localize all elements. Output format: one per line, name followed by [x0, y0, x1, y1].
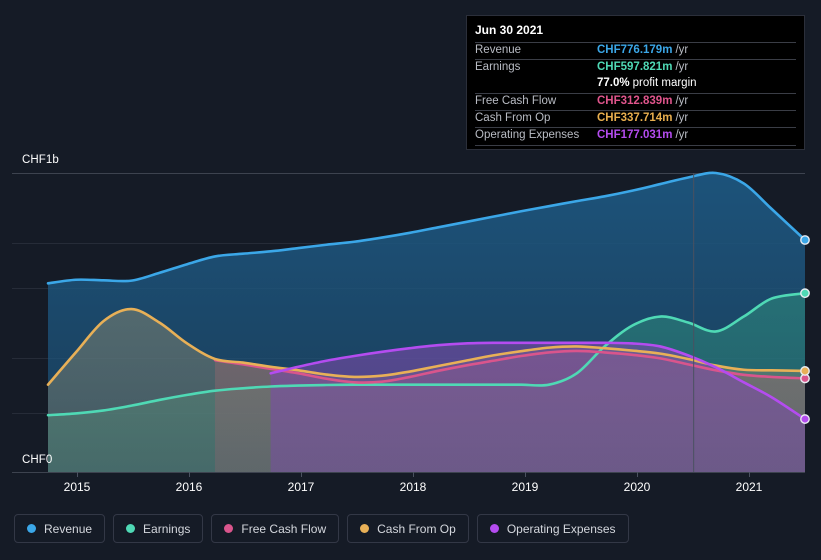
- legend-item-revenue[interactable]: Revenue: [14, 514, 106, 543]
- tooltip-row-value: CHF177.031m: [597, 129, 673, 141]
- tooltip-row-value: CHF597.821m: [597, 61, 673, 73]
- tooltip-row-unit: /yr: [675, 112, 689, 124]
- tooltip-row-label: Free Cash Flow: [475, 95, 557, 107]
- tooltip-row-label: Cash From Op: [475, 112, 551, 124]
- legend-item-label: Earnings: [143, 521, 191, 536]
- legend-color-dot-icon: [27, 524, 36, 533]
- x-tick-label-2018: 2018: [399, 480, 427, 494]
- x-tick-label-2017: 2017: [287, 480, 315, 494]
- legend-color-dot-icon: [360, 524, 370, 533]
- chart-tooltip: Jun 30 2021 Revenue CHF776.179m/yr Earning…: [466, 15, 805, 150]
- legend-item-cash-from-op[interactable]: Cash From Op: [347, 514, 469, 543]
- tooltip-rows: Revenue CHF776.179m/yr Earnings CHF597.821m…: [475, 42, 796, 144]
- tooltip-row-value: 77.0%: [597, 77, 630, 89]
- x-tick-label-2015: 2015: [63, 480, 91, 494]
- legend-item-free-cash-flow[interactable]: Free Cash Flow: [211, 514, 340, 543]
- tooltip-row-value: CHF337.714m: [597, 112, 673, 124]
- tooltip-row-unit: /yr: [675, 129, 689, 141]
- endpoint-marker-revenue[interactable]: [800, 235, 810, 245]
- x-tick-label-2021: 2021: [735, 480, 763, 494]
- tooltip-row-unit: profit margin: [632, 77, 697, 89]
- legend-item-label: Revenue: [44, 521, 93, 536]
- tooltip-row: 77.0% profit margin: [475, 76, 796, 93]
- x-tick-label-2016: 2016: [175, 480, 203, 494]
- tooltip-row-unit: /yr: [675, 95, 689, 107]
- endpoint-marker-cash-from-op[interactable]: [800, 366, 810, 376]
- legend-color-dot-icon: [126, 524, 136, 533]
- tooltip-bottom-divider: [475, 145, 796, 146]
- legend-item-label: Free Cash Flow: [241, 521, 327, 536]
- tooltip-row-unit: /yr: [675, 44, 689, 56]
- tooltip-row: Free Cash Flow CHF312.839m/yr: [475, 93, 796, 110]
- y-axis-top-label: CHF1b: [22, 154, 59, 166]
- tooltip-row-value: CHF312.839m: [597, 95, 673, 107]
- legend-item-earnings[interactable]: Earnings: [113, 514, 204, 543]
- legend-color-dot-icon: [224, 524, 234, 533]
- x-tick-label-2019: 2019: [511, 480, 539, 494]
- legend-color-dot-icon: [489, 524, 499, 533]
- endpoint-marker-operating-expenses[interactable]: [800, 414, 810, 424]
- tooltip-row-label: Earnings: [475, 61, 521, 73]
- tooltip-row-value: CHF776.179m: [597, 44, 673, 56]
- tooltip-row-unit: /yr: [675, 61, 689, 73]
- tooltip-date: Jun 30 2021: [475, 23, 544, 37]
- legend-item-label: Cash From Op: [377, 521, 456, 536]
- x-tick-label-2020: 2020: [623, 480, 651, 494]
- tooltip-row: Revenue CHF776.179m/yr: [475, 42, 796, 59]
- endpoint-marker-earnings[interactable]: [800, 288, 810, 299]
- tooltip-row-label: Operating Expenses: [475, 129, 580, 141]
- tooltip-row: Cash From Op CHF337.714m/yr: [475, 110, 796, 127]
- chart-legend: Revenue Earnings Free Cash Flow Cash From O…: [14, 514, 629, 543]
- tooltip-row-label: Revenue: [475, 44, 522, 56]
- tooltip-row: Earnings CHF597.821m/yr: [475, 59, 796, 76]
- tooltip-row: Operating Expenses CHF177.031m/yr: [475, 127, 796, 144]
- legend-item-label: Operating Expenses: [506, 521, 616, 536]
- legend-item-operating-expenses[interactable]: Operating Expenses: [476, 514, 629, 543]
- y-axis-zero-label: CHF0: [22, 454, 53, 466]
